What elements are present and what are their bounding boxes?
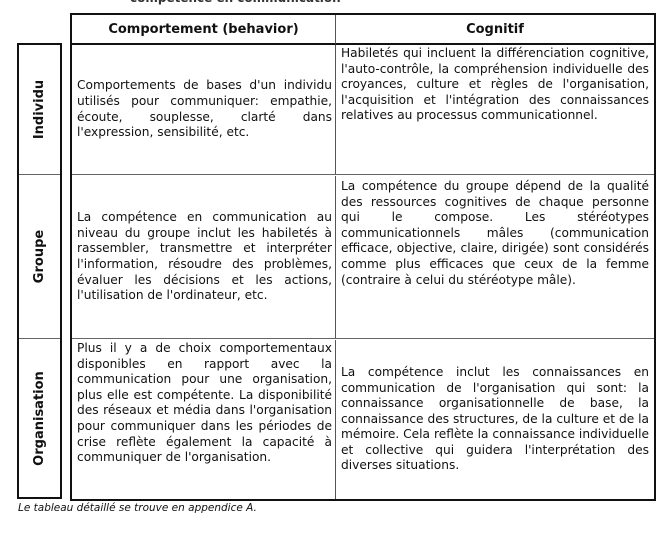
row-label-cell-organisation: Organisation [19, 339, 60, 497]
cell-organisation-behavior: Plus il y a de choix comportementaux dis… [72, 340, 336, 499]
cell-text: Comportements de bases d'un individu uti… [77, 78, 332, 140]
cell-individu-cognitive: Habiletés qui incluent la différenciatio… [336, 45, 654, 175]
cell-text: Plus il y a de choix comportementaux dis… [77, 341, 332, 465]
competence-table: Comportement (behavior) Cognitif Comport… [70, 13, 656, 501]
cell-groupe-behavior: La compétence en communication au niveau… [72, 176, 336, 339]
table-caption: Le tableau détaillé se trouve en appendi… [18, 502, 257, 514]
cell-text: Habiletés qui incluent la différenciatio… [341, 46, 649, 123]
cell-organisation-cognitive: La compétence inclut les connaissances e… [336, 340, 654, 499]
header-cognitive: Cognitif [336, 15, 654, 45]
row-label-cell-individu: Individu [19, 45, 60, 175]
row-label-individu: Individu [32, 79, 48, 140]
cut-off-title: compétence en communication [130, 0, 341, 5]
row-label-organisation: Organisation [32, 370, 47, 466]
row-labels-table: Individu Groupe Organisation [17, 43, 62, 499]
row-label-cell-groupe: Groupe [19, 175, 60, 339]
cell-text: La compétence inclut les connaissances e… [341, 364, 649, 473]
cell-individu-behavior: Comportements de bases d'un individu uti… [72, 45, 336, 175]
cell-groupe-cognitive: La compétence du groupe dépend de la qua… [336, 176, 654, 339]
cell-text: La compétence du groupe dépend de la qua… [341, 179, 649, 287]
cell-text: La compétence en communication au niveau… [77, 210, 332, 303]
row-label-groupe: Groupe [32, 229, 48, 284]
header-behavior: Comportement (behavior) [72, 15, 336, 45]
